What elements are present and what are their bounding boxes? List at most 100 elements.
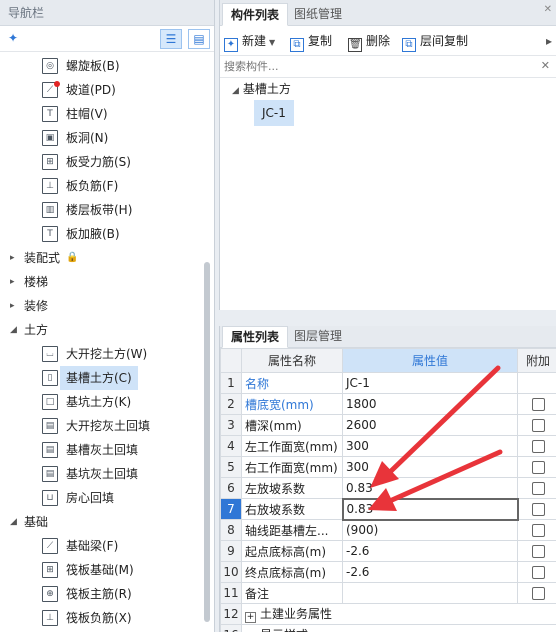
property-row[interactable]: 12 + 土建业务属性	[220, 603, 556, 625]
extra-checkbox[interactable]	[531, 565, 545, 579]
extra-checkbox[interactable]	[531, 439, 545, 453]
property-row[interactable]: 6 左放坡系数 0.83	[220, 477, 556, 499]
expand-arrow-icon[interactable]: ▸	[10, 246, 15, 270]
extra-checkbox[interactable]	[531, 481, 545, 495]
property-value[interactable]: 0.83	[342, 477, 518, 499]
property-value[interactable]: 2600	[342, 414, 518, 436]
floor-copy-button[interactable]: ⧉ 层间复制	[402, 32, 468, 52]
nav-item[interactable]: T 板加腋(B)	[0, 222, 200, 246]
property-row[interactable]: 3 槽深(mm) 2600	[220, 414, 556, 436]
clear-icon[interactable]: ✕	[541, 59, 550, 72]
nav-item[interactable]: ⟋ 坡道(PD)	[0, 78, 200, 102]
property-row[interactable]: 2 槽底宽(mm) 1800	[220, 393, 556, 415]
property-value[interactable]	[342, 582, 518, 604]
list-view-icon[interactable]: ☰	[160, 29, 182, 49]
nav-item[interactable]: ▤ 基坑灰土回填	[0, 462, 200, 486]
nav-item[interactable]: ◎ 螺旋板(B)	[0, 54, 200, 78]
nav-item[interactable]: ▤ 大开挖灰土回填	[0, 414, 200, 438]
extra-checkbox[interactable]	[531, 418, 545, 432]
property-row[interactable]: 5 右工作面宽(mm) 300	[220, 456, 556, 478]
nav-item[interactable]: ⊞ 筏板基础(M)	[0, 558, 200, 582]
expand-arrow-icon[interactable]: ▸	[10, 294, 15, 318]
property-value[interactable]: JC-1	[342, 372, 518, 394]
property-value[interactable]: 300	[342, 435, 518, 457]
expand-arrow-icon[interactable]: ▸	[10, 270, 15, 294]
row-number-header	[220, 348, 242, 373]
nav-group[interactable]: ▸ 装修	[0, 294, 200, 318]
nav-item[interactable]: ⟋ 基础梁(F)	[0, 534, 200, 558]
property-row[interactable]: 9 起点底标高(m) -2.6	[220, 540, 556, 562]
collapse-arrow-icon[interactable]: ◢	[10, 318, 17, 342]
nav-group[interactable]: ▸ 楼梯	[0, 270, 200, 294]
extra-checkbox[interactable]	[531, 397, 545, 411]
nav-item[interactable]: ⊞ 板受力筋(S)	[0, 150, 200, 174]
property-value[interactable]: 1800	[342, 393, 518, 415]
nav-scrollbar[interactable]	[204, 262, 210, 622]
tab-layer-management[interactable]: 图层管理	[286, 326, 350, 348]
tree-child-node[interactable]: JC-1	[254, 100, 294, 126]
nav-item[interactable]: ⊕ 筏板主筋(R)	[0, 582, 200, 606]
raft-neg-rebar-icon: ⊥	[42, 610, 58, 626]
property-name: 轴线距基槽左...	[241, 519, 343, 541]
property-extra	[517, 414, 556, 436]
property-row[interactable]: 1 名称 JC-1	[220, 372, 556, 394]
extra-checkbox[interactable]	[531, 586, 545, 600]
property-row[interactable]: 8 轴线距基槽左... (900)	[220, 519, 556, 541]
more-icon[interactable]: ▸	[546, 32, 552, 50]
property-row[interactable]: 10 终点底标高(m) -2.6	[220, 561, 556, 583]
extra-checkbox[interactable]	[531, 523, 545, 537]
property-row[interactable]: 16+显示样式	[220, 624, 556, 632]
nav-item-label: 板加腋(B)	[66, 227, 120, 241]
extra-checkbox[interactable]	[531, 544, 545, 558]
property-group[interactable]: + 土建业务属性	[241, 603, 556, 625]
extra-checkbox[interactable]	[531, 502, 545, 516]
tab-property-list[interactable]: 属性列表	[222, 326, 289, 348]
row-number: 2	[220, 393, 242, 415]
pin-icon[interactable]: ✦	[8, 31, 18, 45]
panel-close-icon[interactable]: ✕	[544, 4, 552, 15]
property-extra-header: 附加	[517, 348, 556, 373]
property-value[interactable]: -2.6	[342, 540, 518, 562]
property-row[interactable]: 7 右放坡系数 0.83	[220, 497, 556, 521]
expand-arrow-icon[interactable]: ◢	[232, 86, 239, 96]
property-value[interactable]: 300	[342, 456, 518, 478]
collapse-arrow-icon[interactable]: ◢	[10, 510, 17, 534]
nav-item[interactable]: ▤ 基槽灰土回填	[0, 438, 200, 462]
row-number: 1	[220, 372, 242, 394]
property-row[interactable]: 11 备注	[220, 582, 556, 604]
nav-group[interactable]: ▸ 装配式 🔒	[0, 246, 200, 270]
nav-item[interactable]: ▯ 基槽土方(C)	[0, 366, 200, 390]
lock-icon: 🔒	[66, 252, 79, 263]
property-name: 槽深(mm)	[241, 414, 343, 436]
row-number: 11	[220, 582, 242, 604]
chevron-down-icon[interactable]: ▼	[269, 38, 275, 47]
nav-item[interactable]: ▥ 楼层板带(H)	[0, 198, 200, 222]
navigation-panel: 导航栏 ✦ ☰ ▤ ◎ 螺旋板(B) ⟋ 坡道(PD) T 柱帽(V) ▣ 板洞(N) ⊞ 板受力…	[0, 0, 215, 632]
nav-group[interactable]: ◢ 基础	[0, 510, 200, 534]
new-button[interactable]: ✦ 新建 ▼	[224, 32, 275, 52]
detail-view-icon[interactable]: ▤	[188, 29, 210, 49]
nav-item[interactable]: ⊥ 筏板负筋(X)	[0, 606, 200, 630]
property-value[interactable]: (900)	[342, 519, 518, 541]
nav-item[interactable]: ⌴ 大开挖土方(W)	[0, 342, 200, 366]
tab-component-list[interactable]: 构件列表	[222, 3, 289, 26]
property-row[interactable]: 4 左工作面宽(mm) 300	[220, 435, 556, 457]
property-value[interactable]: -2.6	[342, 561, 518, 583]
nav-item[interactable]: ⊥ 板负筋(F)	[0, 174, 200, 198]
nav-item[interactable]: ▣ 板洞(N)	[0, 126, 200, 150]
property-value[interactable]: 0.83	[341, 497, 519, 521]
nav-item[interactable]: T 柱帽(V)	[0, 102, 200, 126]
expand-plus-icon[interactable]: +	[245, 612, 256, 623]
delete-button[interactable]: 🗑 删除	[348, 32, 390, 52]
property-extra	[517, 372, 556, 394]
nav-item[interactable]: □ 基坑土方(K)	[0, 390, 200, 414]
nav-group[interactable]: ◢ 土方	[0, 318, 200, 342]
search-input[interactable]	[220, 56, 540, 77]
nav-item[interactable]: ⊔ 房心回填	[0, 486, 200, 510]
tab-drawing-management[interactable]: 图纸管理	[286, 3, 350, 26]
tree-root-node[interactable]: ◢ 基槽土方	[232, 80, 291, 97]
row-number: 9	[220, 540, 242, 562]
property-group[interactable]: +显示样式	[241, 624, 556, 632]
copy-button[interactable]: ⧉ 复制	[290, 32, 332, 52]
extra-checkbox[interactable]	[531, 460, 545, 474]
